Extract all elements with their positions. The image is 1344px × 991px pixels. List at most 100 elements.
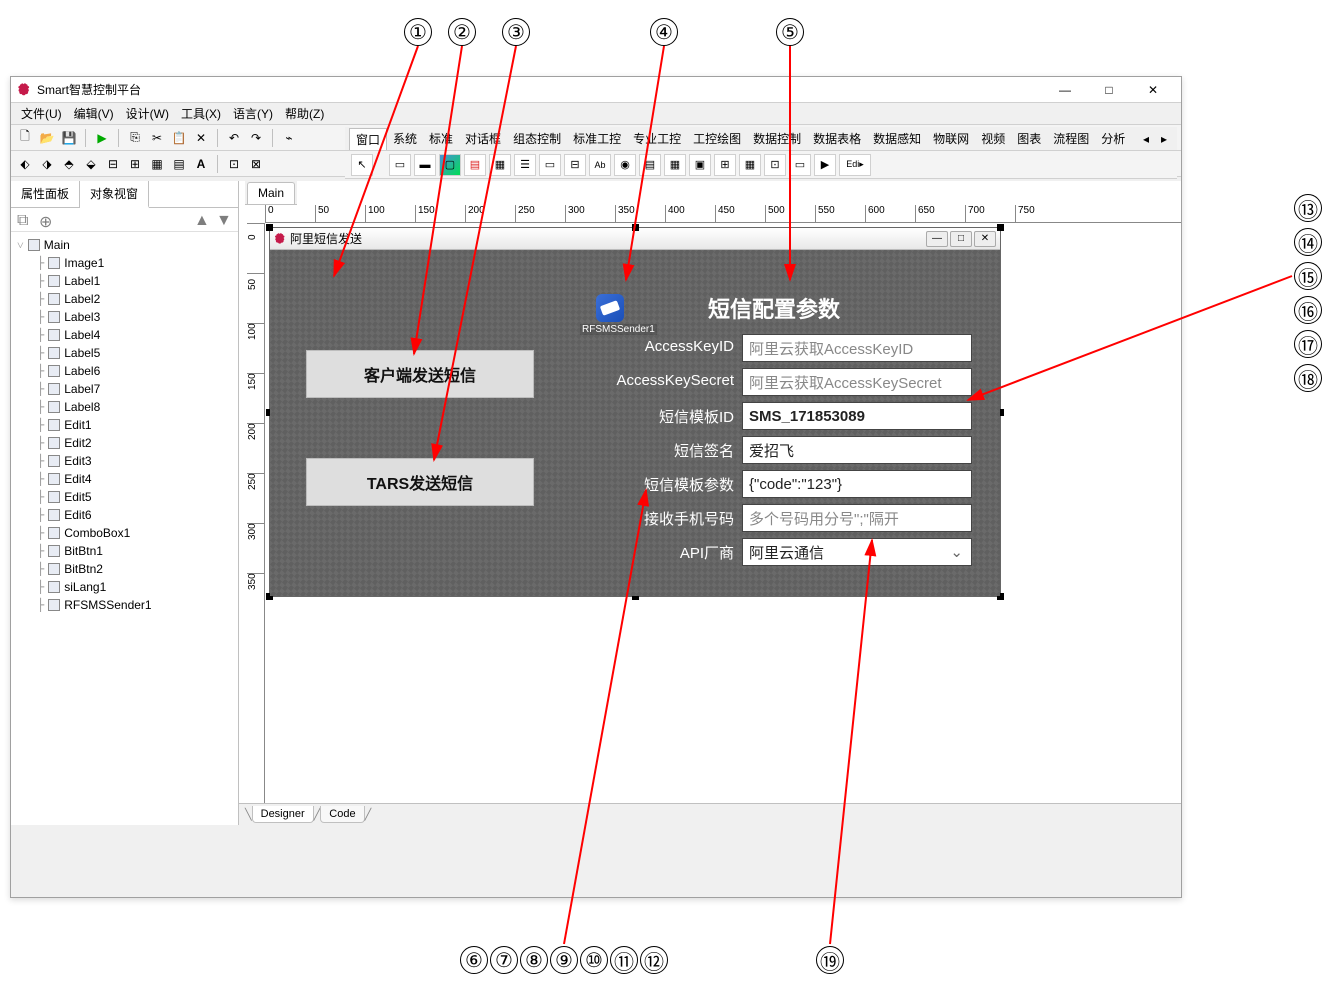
align-right-icon[interactable]: ⬗ xyxy=(37,154,57,174)
comp-tab-scroll-right-icon[interactable]: ▸ xyxy=(1155,130,1173,148)
maximize-button[interactable]: □ xyxy=(1087,78,1131,102)
open-icon[interactable]: 📂 xyxy=(37,128,57,148)
form-minimize-icon[interactable]: — xyxy=(926,231,948,247)
designer-tab-main[interactable]: Main xyxy=(247,182,295,204)
ungroup-icon[interactable]: ⊠ xyxy=(246,154,266,174)
redo-icon[interactable]: ↷ xyxy=(246,128,266,148)
input-phone[interactable]: 多个号码用分号";"隔开 xyxy=(742,504,972,532)
palette-item-12[interactable]: ▦ xyxy=(664,154,686,176)
new-icon[interactable]: 🗋 xyxy=(15,128,35,148)
comp-tab-datagrid[interactable]: 数据表格 xyxy=(807,128,867,149)
palette-item-6[interactable]: ☰ xyxy=(514,154,536,176)
palette-item-10[interactable]: ◉ xyxy=(614,154,636,176)
design-canvas[interactable]: 阿里短信发送 — □ ✕ 客户端发送短信 TARS发送短信 RFSMSSende… xyxy=(265,223,1181,803)
comp-tab-scroll-left-icon[interactable]: ◂ xyxy=(1137,130,1155,148)
tree-node[interactable]: ├BitBtn1 xyxy=(13,542,236,560)
rfsms-component-icon[interactable] xyxy=(596,294,624,322)
input-sign[interactable]: 爱招飞 xyxy=(742,436,972,464)
tree-node[interactable]: ├Label7 xyxy=(13,380,236,398)
menu-design[interactable]: 设计(W) xyxy=(120,103,175,124)
comp-tab-flow[interactable]: 流程图 xyxy=(1047,128,1095,149)
tree-node[interactable]: ├Label1 xyxy=(13,272,236,290)
palette-item-5[interactable]: ▦ xyxy=(489,154,511,176)
send-back-icon[interactable]: ▤ xyxy=(169,154,189,174)
comp-tab-chart[interactable]: 图表 xyxy=(1011,128,1047,149)
comp-tab-video[interactable]: 视频 xyxy=(975,128,1011,149)
palette-item-13[interactable]: ▣ xyxy=(689,154,711,176)
palette-item-7[interactable]: ▭ xyxy=(539,154,561,176)
save-icon[interactable]: 💾 xyxy=(59,128,79,148)
align-center-v-icon[interactable]: ⊞ xyxy=(125,154,145,174)
tab-code[interactable]: Code xyxy=(320,806,364,823)
tab-designer[interactable]: Designer xyxy=(252,806,314,823)
tree-node[interactable]: ├Label2 xyxy=(13,290,236,308)
tree-node[interactable]: ├Edit3 xyxy=(13,452,236,470)
move-down-icon[interactable]: ▼ xyxy=(216,212,232,228)
tab-property-panel[interactable]: 属性面板 xyxy=(11,181,80,207)
comp-tab-iot[interactable]: 物联网 xyxy=(927,128,975,149)
tree-node[interactable]: ├Image1 xyxy=(13,254,236,272)
align-bottom-icon[interactable]: ⬙ xyxy=(81,154,101,174)
tab-object-tree[interactable]: 对象视窗 xyxy=(80,181,149,208)
comp-tab-stdindus[interactable]: 标准工控 xyxy=(567,128,627,149)
menu-language[interactable]: 语言(Y) xyxy=(227,103,279,124)
close-button[interactable]: ✕ xyxy=(1131,78,1175,102)
comp-tab-drawing[interactable]: 工控绘图 xyxy=(687,128,747,149)
tree-node[interactable]: ├Label6 xyxy=(13,362,236,380)
copy-icon[interactable]: ⎘ xyxy=(125,128,145,148)
palette-item-1[interactable]: ▭ xyxy=(389,154,411,176)
menu-file[interactable]: 文件(U) xyxy=(15,103,68,124)
undo-icon[interactable]: ↶ xyxy=(224,128,244,148)
input-template-id[interactable]: SMS_171853089 xyxy=(742,402,972,430)
tree-node[interactable]: ├RFSMSSender1 xyxy=(13,596,236,614)
client-send-button[interactable]: 客户端发送短信 xyxy=(306,350,534,398)
tree-node[interactable]: ├Edit5 xyxy=(13,488,236,506)
tree-node[interactable]: ├Edit6 xyxy=(13,506,236,524)
palette-item-edit[interactable]: Edi▸ xyxy=(839,154,871,176)
palette-item-9[interactable]: Ab xyxy=(589,154,611,176)
bring-front-icon[interactable]: ▦ xyxy=(147,154,167,174)
palette-item-4[interactable]: ▤ xyxy=(464,154,486,176)
comp-tab-scada[interactable]: 组态控制 xyxy=(507,128,567,149)
tree-node[interactable]: ├Label5 xyxy=(13,344,236,362)
palette-item-3[interactable]: ▢ xyxy=(439,154,461,176)
palette-item-16[interactable]: ⊡ xyxy=(764,154,786,176)
comp-tab-system[interactable]: 系统 xyxy=(387,128,423,149)
comp-tab-dialog[interactable]: 对话框 xyxy=(459,128,507,149)
key-icon[interactable]: ⌁ xyxy=(279,128,299,148)
tree-node[interactable]: ├siLang1 xyxy=(13,578,236,596)
move-up-icon[interactable]: ▲ xyxy=(194,212,210,228)
form-close-icon[interactable]: ✕ xyxy=(974,231,996,247)
comp-tab-window[interactable]: 窗口 xyxy=(349,128,387,150)
pointer-icon[interactable]: ↖ xyxy=(351,154,373,176)
select-vendor[interactable]: 阿里云通信 xyxy=(742,538,972,566)
form-maximize-icon[interactable]: □ xyxy=(950,231,972,247)
menu-edit[interactable]: 编辑(V) xyxy=(68,103,120,124)
tree-node[interactable]: ├Label4 xyxy=(13,326,236,344)
align-left-icon[interactable]: ⬖ xyxy=(15,154,35,174)
form-frame[interactable]: 阿里短信发送 — □ ✕ 客户端发送短信 TARS发送短信 RFSMSSende… xyxy=(269,227,1001,597)
tree-root[interactable]: ˅ Main xyxy=(13,236,236,254)
comp-tab-dataaware[interactable]: 数据感知 xyxy=(867,128,927,149)
object-tree[interactable]: ˅ Main ├Image1├Label1├Label2├Label3├Labe… xyxy=(11,232,238,825)
palette-item-18[interactable]: ▶ xyxy=(814,154,836,176)
palette-item-14[interactable]: ⊞ xyxy=(714,154,736,176)
tree-node[interactable]: ├ComboBox1 xyxy=(13,524,236,542)
cut-icon[interactable]: ✂ xyxy=(147,128,167,148)
tree-node[interactable]: ├Edit4 xyxy=(13,470,236,488)
menu-tools[interactable]: 工具(X) xyxy=(175,103,227,124)
palette-item-17[interactable]: ▭ xyxy=(789,154,811,176)
run-icon[interactable]: ▶ xyxy=(92,128,112,148)
comp-tab-proindus[interactable]: 专业工控 xyxy=(627,128,687,149)
menu-help[interactable]: 帮助(Z) xyxy=(279,103,330,124)
align-top-icon[interactable]: ⬘ xyxy=(59,154,79,174)
palette-item-11[interactable]: ▤ xyxy=(639,154,661,176)
delete-icon[interactable]: ✕ xyxy=(191,128,211,148)
comp-tab-standard[interactable]: 标准 xyxy=(423,128,459,149)
filter-icon[interactable]: ⧉ xyxy=(17,212,33,228)
expand-all-icon[interactable]: ⊕ xyxy=(39,212,55,228)
comp-tab-datactl[interactable]: 数据控制 xyxy=(747,128,807,149)
group-icon[interactable]: ⊡ xyxy=(224,154,244,174)
tree-node[interactable]: ├Label8 xyxy=(13,398,236,416)
tree-node[interactable]: ├Edit2 xyxy=(13,434,236,452)
